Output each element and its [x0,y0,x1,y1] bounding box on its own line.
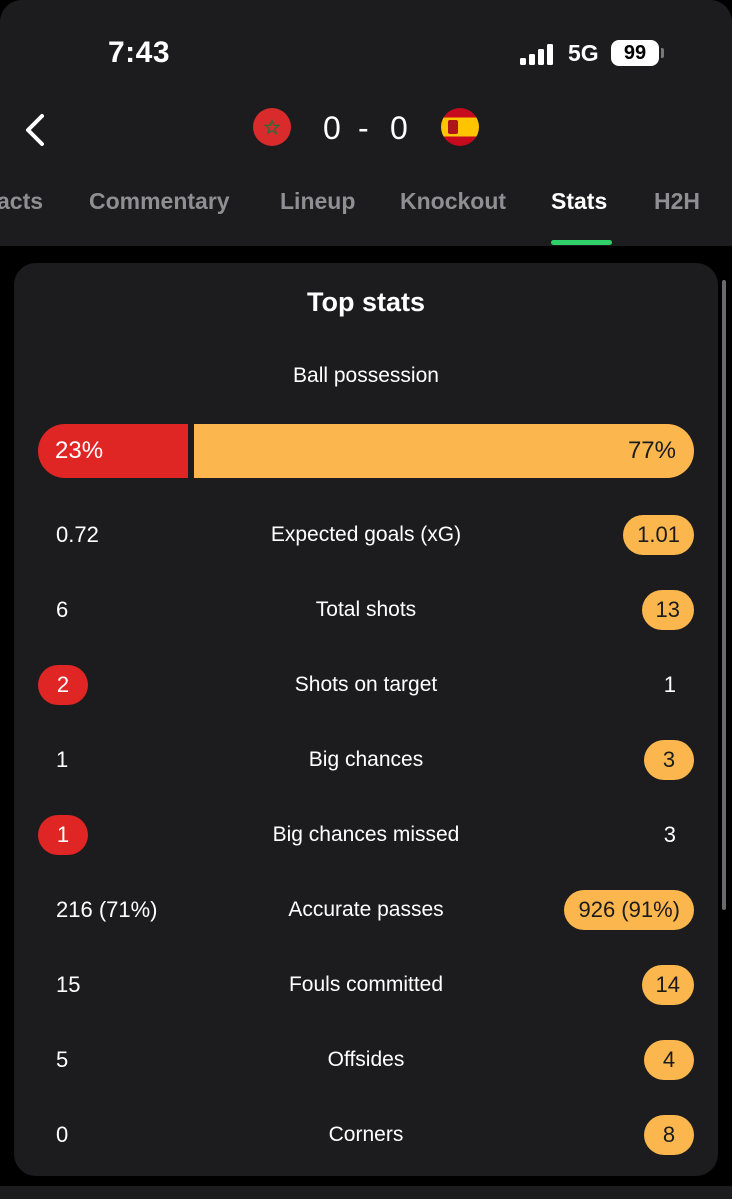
stat-home-value: 1 [56,747,69,772]
stat-row: Corners 0 8 [14,1113,718,1157]
battery-icon: 99 [611,40,659,66]
stat-row: Fouls committed 15 14 [14,963,718,1007]
tab-knockout[interactable]: Knockout [400,188,506,215]
stat-away-value: 3 [644,740,694,780]
top-stats-card: Top stats Ball possession 23% 77% Expect… [14,263,718,1176]
possession-label: Ball possession [293,364,439,387]
stat-away-value: 1.01 [623,515,694,555]
stat-row: Big chances missed 1 3 [14,813,718,857]
stat-home-value: 0 [56,1122,69,1147]
stat-row: Accurate passes 216 (71%) 926 (91%) [14,888,718,932]
next-card-edge [0,1186,732,1199]
tab-commentary[interactable]: Commentary [89,188,230,215]
tab-h2h[interactable]: H2H [654,188,700,215]
home-score: 0 [323,110,341,146]
chevron-left-icon [26,114,44,146]
network-type: 5G [568,40,599,66]
back-button[interactable] [14,108,58,152]
battery-tip [661,48,664,58]
stat-home-value: 216 (71%) [56,897,158,922]
signal-icon [520,43,558,65]
card-title: Top stats [306,287,425,317]
match-header: 7:43 5G 99 0 - 0 acts Commentary Lineup … [0,0,732,246]
active-tab-indicator [551,240,612,245]
possession-away-value: 77% [627,437,676,464]
morocco-flag-icon [253,108,291,146]
stat-home-value: 6 [56,597,69,622]
stat-row: Offsides 5 4 [14,1038,718,1082]
stat-label: Total shots [315,598,417,621]
scrollbar[interactable] [722,280,726,910]
stat-label: Fouls committed [288,973,444,996]
score-separator: - [358,110,369,146]
stat-away-value: 4 [644,1040,694,1080]
stat-away-value: 3 [663,822,676,847]
stat-label: Shots on target [294,673,438,696]
stat-row: Big chances 1 3 [14,738,718,782]
stat-label: Big chances missed [272,823,460,846]
spain-flag-icon [441,108,479,146]
stat-home-value: 15 [56,972,81,997]
stat-home-value: 2 [38,665,88,705]
possession-bar: 23% 77% [38,424,694,478]
stat-away-value: 8 [644,1115,694,1155]
stat-label: Offsides [327,1048,405,1071]
tab-stats[interactable]: Stats [551,188,607,215]
possession-away-segment: 77% [194,424,694,478]
stat-home-value: 5 [56,1047,69,1072]
stat-home-value: 0.72 [56,522,99,547]
stat-away-value: 13 [641,590,694,630]
stat-row: Shots on target 2 1 [14,663,718,707]
match-tabs: acts Commentary Lineup Knockout Stats H2… [0,188,732,246]
stat-away-value: 14 [641,965,694,1005]
possession-home-segment: 23% [38,424,188,478]
possession-home-value: 23% [55,437,104,464]
stat-label: Expected goals (xG) [270,523,462,546]
away-score: 0 [390,110,408,146]
battery-level: 99 [623,41,647,64]
stat-row: Total shots 6 13 [14,588,718,632]
stat-label: Corners [328,1123,404,1146]
stat-away-value: 1 [663,672,676,697]
tab-facts[interactable]: acts [0,188,43,215]
stat-label: Big chances [308,748,424,771]
status-time: 7:43 [108,36,171,69]
stat-home-value: 1 [38,815,88,855]
stat-row: Expected goals (xG) 0.72 1.01 [14,513,718,557]
tab-lineup[interactable]: Lineup [280,188,355,215]
stat-away-value: 926 (91%) [564,890,694,930]
